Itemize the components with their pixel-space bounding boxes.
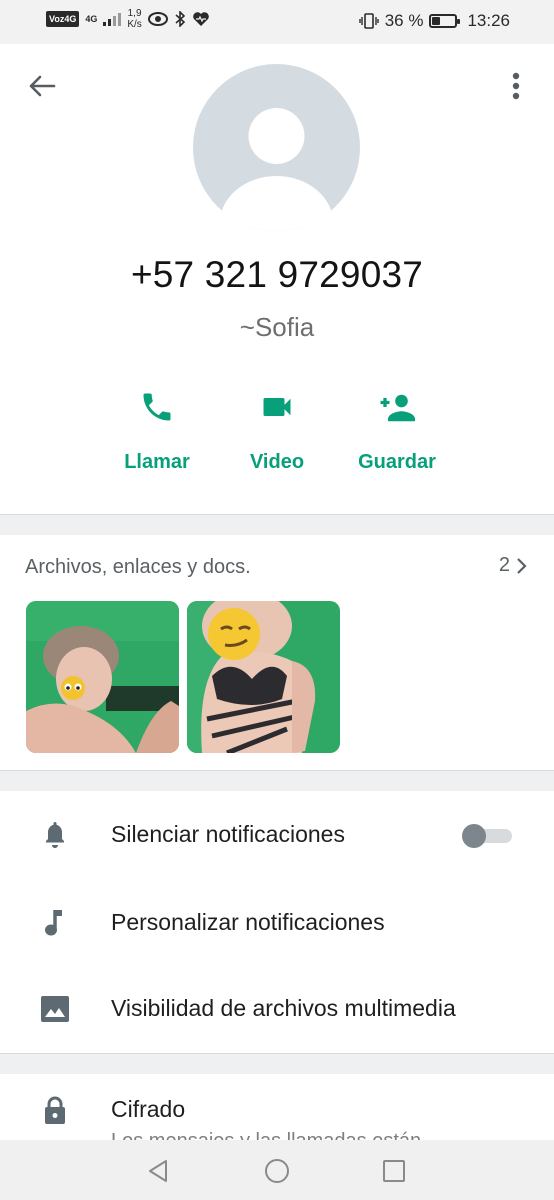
- custom-notifications-row[interactable]: Personalizar notificaciones: [0, 894, 554, 954]
- section-divider: [0, 1053, 554, 1074]
- video-label: Video: [249, 451, 305, 473]
- media-section-title: Archivos, enlaces y docs.: [25, 556, 251, 578]
- save-contact-label: Guardar: [358, 451, 436, 473]
- status-bar: Voz4G 4G 1,9 K/s 36 % 13:26: [0, 0, 554, 44]
- signal-icon: [103, 13, 122, 26]
- heart-rate-icon: [193, 12, 209, 26]
- volte-badge: Voz4G: [46, 11, 80, 27]
- square-recents-icon: [383, 1160, 405, 1182]
- media-image-2: [187, 601, 340, 753]
- mute-notifications-label: Silenciar notificaciones: [111, 821, 345, 847]
- battery-percent: 36 %: [384, 11, 424, 30]
- media-thumbnail[interactable]: [187, 601, 340, 753]
- network-type: 4G: [85, 14, 98, 24]
- nav-back-button[interactable]: [141, 1154, 175, 1188]
- media-count: 2: [498, 554, 510, 576]
- more-options-button[interactable]: [498, 68, 534, 104]
- media-image-1: [26, 601, 179, 753]
- default-person-icon: [219, 108, 334, 231]
- back-button[interactable]: [24, 68, 60, 104]
- section-divider: [0, 770, 554, 791]
- lock-icon: [45, 1096, 65, 1124]
- system-navigation-bar: [0, 1140, 554, 1200]
- more-vert-icon: [512, 72, 520, 100]
- media-visibility-row[interactable]: Visibilidad de archivos multimedia: [0, 980, 554, 1040]
- phone-icon: [143, 393, 171, 421]
- battery-icon: [429, 14, 461, 28]
- video-button[interactable]: Video: [222, 385, 332, 474]
- person-add-icon: [380, 394, 415, 422]
- media-thumbnail[interactable]: [26, 601, 179, 753]
- circle-home-icon: [265, 1159, 289, 1183]
- media-count-button[interactable]: 2: [499, 554, 528, 577]
- image-icon: [41, 996, 69, 1022]
- save-contact-button[interactable]: Guardar: [342, 385, 452, 474]
- contact-actions: Llamar Video Guardar: [0, 385, 554, 485]
- contact-phone-number: +57 321 9729037: [130, 254, 424, 295]
- triangle-back-icon: [149, 1160, 167, 1182]
- battery-level: [432, 17, 441, 25]
- music-note-icon: [45, 910, 62, 936]
- call-label: Llamar: [124, 451, 190, 473]
- videocam-icon: [263, 398, 291, 416]
- network-speed: 1,9 K/s: [127, 8, 142, 30]
- chevron-right-icon: [517, 557, 527, 574]
- bluetooth-icon: [175, 11, 185, 27]
- mute-toggle[interactable]: [462, 824, 512, 848]
- custom-notifications-label: Personalizar notificaciones: [111, 909, 385, 935]
- contact-avatar[interactable]: [193, 64, 360, 231]
- nav-home-button[interactable]: [260, 1154, 294, 1188]
- media-visibility-label: Visibilidad de archivos multimedia: [111, 995, 456, 1021]
- toggle-knob: [462, 824, 486, 848]
- contact-push-name: ~Sofia: [239, 312, 315, 342]
- clock: 13:26: [467, 11, 510, 30]
- mute-notifications-row[interactable]: Silenciar notificaciones: [0, 806, 554, 866]
- bell-icon: [46, 822, 64, 848]
- section-divider: [0, 514, 554, 535]
- encryption-label: Cifrado: [111, 1096, 186, 1122]
- vibrate-icon: [359, 13, 379, 29]
- call-button[interactable]: Llamar: [102, 385, 212, 474]
- nav-recents-button[interactable]: [377, 1154, 411, 1188]
- arrow-back-icon: [29, 75, 56, 97]
- eye-icon: [147, 12, 168, 26]
